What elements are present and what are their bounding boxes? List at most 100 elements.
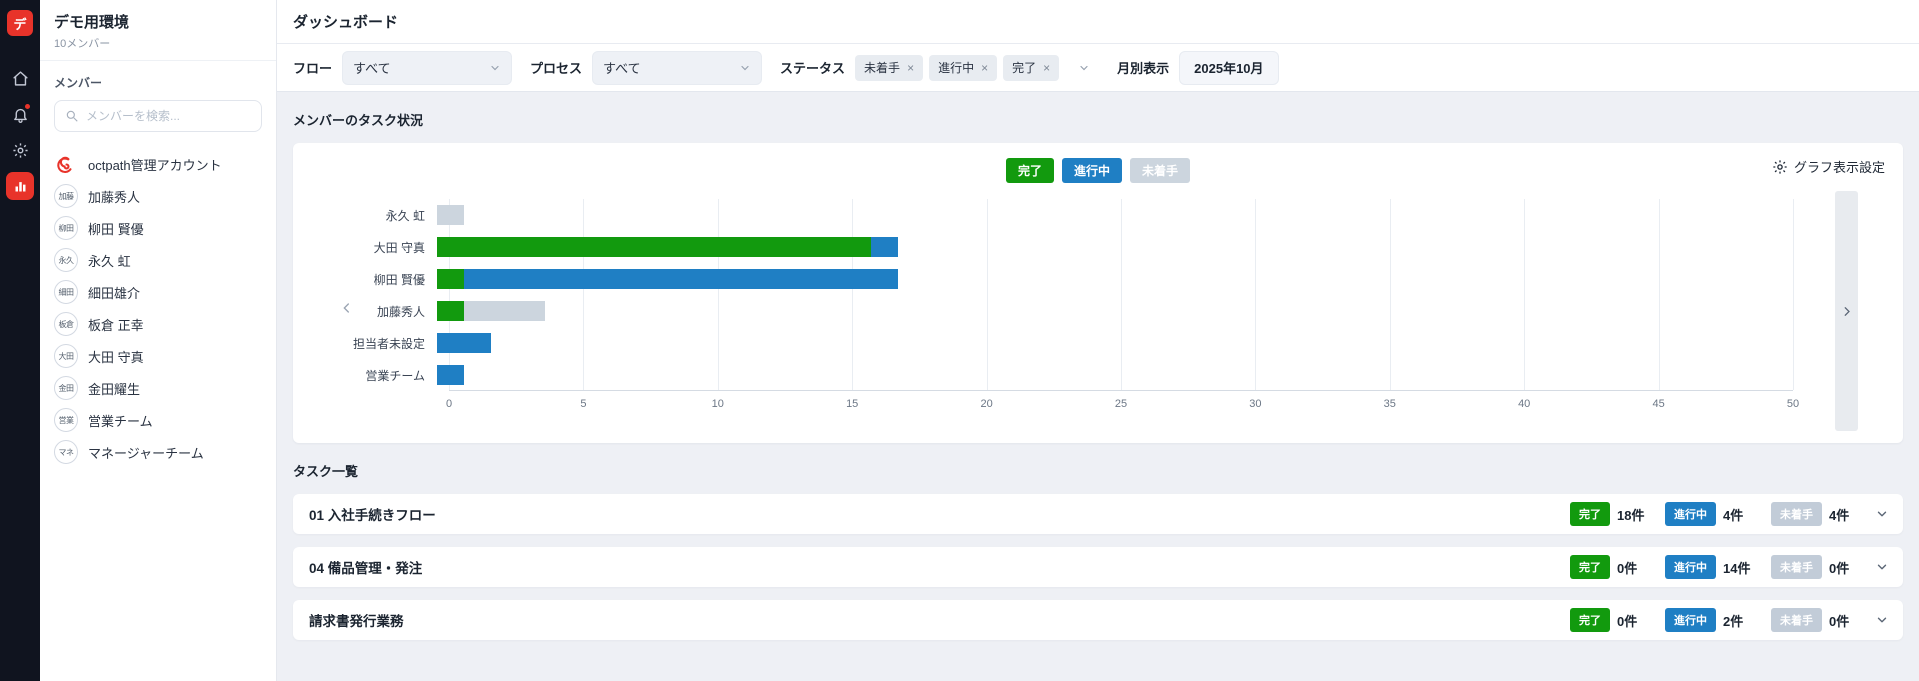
member-avatar: 永久 bbox=[54, 248, 78, 272]
member-avatar: 細田 bbox=[54, 280, 78, 304]
task-status-section-title: メンバーのタスク状況 bbox=[293, 113, 424, 128]
nav-notifications[interactable] bbox=[0, 96, 40, 132]
nav-settings[interactable] bbox=[0, 132, 40, 168]
legend-item-done[interactable]: 完了 bbox=[1005, 157, 1054, 183]
notstarted-count: 0件 bbox=[1829, 613, 1850, 629]
member-avatar: 板倉 bbox=[54, 312, 78, 336]
member-item[interactable]: 板倉 板倉 正幸 bbox=[40, 308, 276, 340]
task-list-section-title: タスク一覧 bbox=[293, 464, 359, 479]
task-row[interactable]: 請求書発行業務 完了 0件 進行中 2件 未着手 0件 bbox=[293, 600, 1903, 640]
member-name: 柳田 賢優 bbox=[88, 221, 144, 237]
month-picker-value: 2025年10月 bbox=[1194, 61, 1264, 76]
notstarted-count: 4件 bbox=[1829, 507, 1850, 523]
member-item[interactable]: 柳田 柳田 賢優 bbox=[40, 212, 276, 244]
flow-filter-label: フロー bbox=[293, 61, 333, 76]
task-row[interactable]: 04 備品管理・発注 完了 0件 進行中 14件 未着手 0件 bbox=[293, 547, 1903, 587]
status-tag[interactable]: 未着手 × bbox=[855, 54, 924, 81]
monthly-filter-label: 月別表示 bbox=[1117, 61, 1170, 76]
member-search-input[interactable] bbox=[86, 109, 251, 123]
remove-tag-icon[interactable]: × bbox=[907, 62, 914, 74]
nav-home[interactable] bbox=[0, 60, 40, 96]
sidebar: デモ用環境 10メンバー メンバー octpath管理アカウント加藤加藤秀人柳田… bbox=[40, 0, 277, 681]
status-select-chevron[interactable] bbox=[1069, 51, 1099, 85]
done-count: 18件 bbox=[1617, 507, 1645, 523]
member-avatar: 加藤 bbox=[54, 184, 78, 208]
chart-plot: 永久 虹大田 守真 柳田 賢優 加藤秀人 担当者未設定 営業チーム bbox=[311, 199, 1794, 391]
flow-select-value: すべて bbox=[353, 61, 391, 76]
gridline bbox=[986, 199, 988, 390]
chevron-down-icon[interactable] bbox=[1875, 507, 1889, 521]
member-item[interactable]: 永久 永久 虹 bbox=[40, 244, 276, 276]
graph-settings-button[interactable]: グラフ表示設定 bbox=[1772, 157, 1885, 176]
notstarted-badge: 未着手 bbox=[1771, 555, 1822, 579]
legend-item-in-progress[interactable]: 進行中 bbox=[1061, 157, 1122, 183]
app: デ デモ用環境 10メンバー メンバー octpath管理アカウント加藤加藤秀人… bbox=[0, 0, 1919, 681]
axis-tick-label: 35 bbox=[1383, 398, 1396, 410]
status-tag[interactable]: 進行中 × bbox=[929, 54, 998, 81]
chart-icon bbox=[6, 172, 34, 200]
content: メンバーのタスク状況 完了 進行中 未着手 グラフ表示設定 永久 虹大田 守真 柳田 … bbox=[277, 92, 1919, 681]
notstarted-badge: 未着手 bbox=[1771, 502, 1822, 526]
member-item[interactable]: 加藤 加藤秀人 bbox=[40, 180, 276, 212]
chevron-left-icon[interactable] bbox=[339, 300, 355, 316]
progress-badge: 進行中 bbox=[1665, 502, 1716, 526]
axis-tick-label: 40 bbox=[1518, 398, 1531, 410]
workspace-name: デモ用環境 bbox=[54, 14, 130, 31]
member-name: 永久 虹 bbox=[88, 253, 131, 269]
gear-icon bbox=[1772, 159, 1788, 175]
member-search[interactable] bbox=[54, 100, 262, 132]
member-avatar: 営業 bbox=[54, 408, 78, 432]
member-item[interactable]: 金田 金田耀生 bbox=[40, 372, 276, 404]
status-tag[interactable]: 完了 × bbox=[1003, 54, 1060, 81]
task-name: 01 入社手続きフロー bbox=[309, 508, 436, 523]
gridline bbox=[852, 199, 854, 390]
member-avatar: 柳田 bbox=[54, 216, 78, 240]
chevron-right-icon[interactable] bbox=[1835, 191, 1858, 431]
gridline bbox=[1524, 199, 1526, 390]
done-count: 0件 bbox=[1617, 613, 1638, 629]
axis-tick-label: 50 bbox=[1786, 398, 1800, 410]
member-item[interactable]: 細田 細田雄介 bbox=[40, 276, 276, 308]
legend-item-not-started[interactable]: 未着手 bbox=[1130, 157, 1191, 183]
chevron-down-icon[interactable] bbox=[1875, 560, 1889, 574]
progress-badge: 進行中 bbox=[1665, 608, 1716, 632]
process-select[interactable]: すべて bbox=[592, 50, 763, 85]
axis-tick-label: 15 bbox=[846, 398, 859, 410]
bar-segment-done bbox=[437, 301, 465, 321]
task-name: 請求書発行業務 bbox=[309, 614, 404, 629]
member-item[interactable]: 営業 営業チーム bbox=[40, 404, 276, 436]
task-name: 04 備品管理・発注 bbox=[309, 561, 423, 576]
gridline bbox=[1793, 199, 1794, 390]
chart-bar bbox=[437, 365, 1793, 385]
month-picker[interactable]: 2025年10月 bbox=[1179, 50, 1279, 85]
status-tags: 未着手 × 進行中 × 完了 × bbox=[855, 54, 1060, 81]
flow-select[interactable]: すべて bbox=[342, 50, 513, 85]
done-badge: 完了 bbox=[1570, 502, 1610, 526]
member-item[interactable]: 大田 大田 守真 bbox=[40, 340, 276, 372]
member-item[interactable]: octpath管理アカウント bbox=[40, 148, 276, 180]
member-avatar: 大田 bbox=[54, 344, 78, 368]
bar-segment-in-progress bbox=[437, 333, 492, 353]
workspace-member-count: 10メンバー bbox=[54, 38, 111, 50]
chart-category-label: 担当者未設定 bbox=[352, 336, 425, 351]
app-logo[interactable]: デ bbox=[7, 10, 33, 36]
bar-segment-in-progress bbox=[870, 237, 899, 257]
chevron-down-icon[interactable] bbox=[1875, 613, 1889, 627]
task-status-chart: 永久 虹大田 守真 柳田 賢優 加藤秀人 担当者未設定 営業チーム 0 5 10 15 20 25… bbox=[311, 199, 1799, 415]
gear-icon bbox=[12, 142, 29, 159]
member-name: octpath管理アカウント bbox=[88, 157, 222, 173]
member-item[interactable]: マネ マネージャーチーム bbox=[40, 436, 276, 468]
graph-settings-label: グラフ表示設定 bbox=[1793, 160, 1885, 175]
chart-x-axis: 0 5 10 15 20 25 30 35 40 45 50 bbox=[446, 391, 1799, 415]
remove-tag-icon[interactable]: × bbox=[981, 62, 988, 74]
members-section-label: メンバー bbox=[54, 76, 103, 90]
nav-dashboard[interactable] bbox=[0, 168, 40, 204]
status-tag-label: 進行中 bbox=[938, 61, 975, 75]
chevron-down-icon bbox=[739, 62, 751, 74]
task-status-chart-card: 完了 進行中 未着手 グラフ表示設定 永久 虹大田 守真 柳田 賢優 加藤秀人 担当者未設… bbox=[293, 143, 1903, 443]
member-name: 大田 守真 bbox=[88, 349, 144, 365]
chart-bar bbox=[437, 333, 1793, 353]
notstarted-badge: 未着手 bbox=[1771, 608, 1822, 632]
task-row[interactable]: 01 入社手続きフロー 完了 18件 進行中 4件 未着手 4件 bbox=[293, 494, 1903, 534]
remove-tag-icon[interactable]: × bbox=[1043, 62, 1050, 74]
